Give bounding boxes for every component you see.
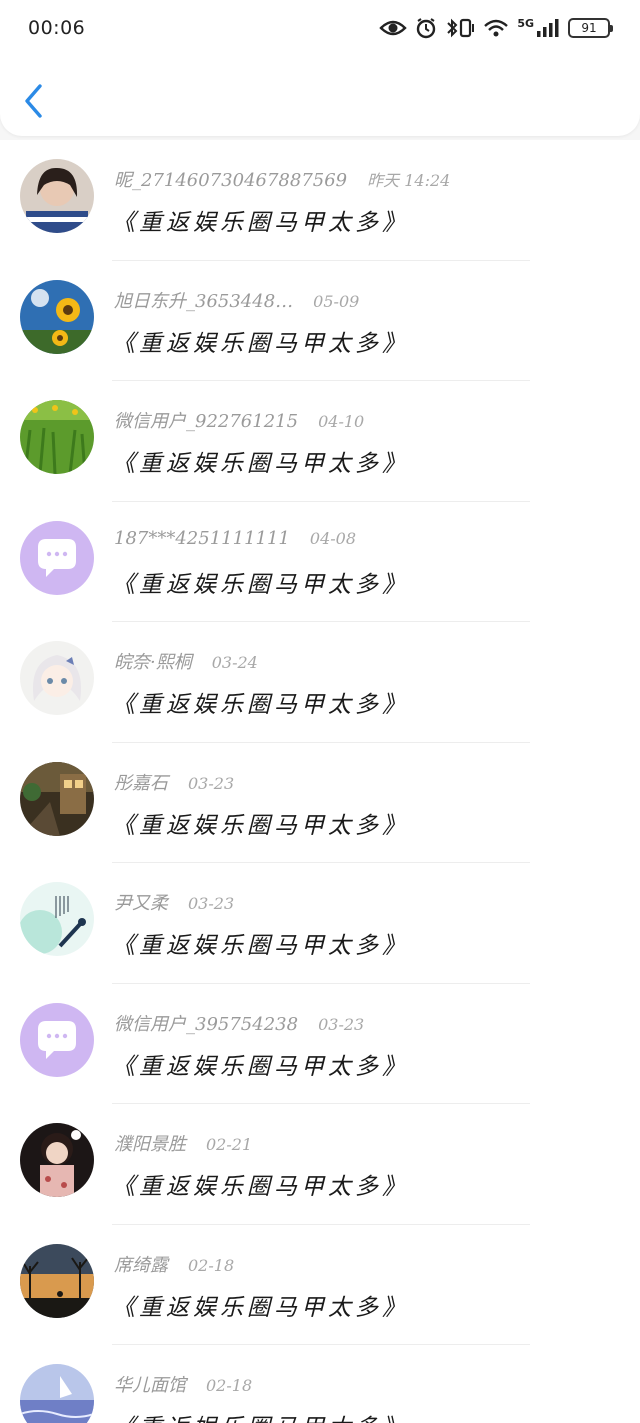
message-date: 05-09: [313, 291, 360, 311]
anime-girl-avatar[interactable]: [20, 641, 94, 715]
default-chat-avatar[interactable]: [20, 520, 94, 595]
grass-avatar[interactable]: [20, 400, 94, 474]
sender-name[interactable]: 尹又柔: [114, 893, 168, 914]
bluetooth-vibrate-icon: [447, 18, 475, 38]
battery-level: 91: [581, 21, 597, 35]
message-text[interactable]: 《重返娱乐圈马甲太多》: [112, 444, 409, 478]
top-bar: 00:06 5G 91: [0, 0, 640, 136]
battery-icon: 91: [568, 18, 613, 38]
message-item[interactable]: 皖奈·熙桐 03-24 《重返娱乐圈马甲太多》: [0, 622, 640, 743]
sender-name[interactable]: 旭日东升_3653448…: [114, 291, 293, 312]
message-item[interactable]: 微信用户_395754238 03-23 《重返娱乐圈马甲太多》: [0, 984, 640, 1104]
message-text[interactable]: 《重返娱乐圈马甲太多》: [112, 1408, 409, 1423]
sender-name[interactable]: 彤嘉石: [114, 773, 168, 794]
sender-name[interactable]: 华儿面馆: [114, 1375, 186, 1396]
sender-name[interactable]: 微信用户_395754238: [114, 1014, 298, 1035]
message-date: 03-23: [188, 894, 235, 913]
message-text[interactable]: 《重返娱乐圈马甲太多》: [112, 1047, 409, 1081]
message-text[interactable]: 《重返娱乐圈马甲太多》: [112, 926, 409, 960]
message-date: 03-23: [318, 1014, 365, 1034]
alarm-icon: [417, 18, 436, 39]
message-date: 02-21: [206, 1135, 253, 1154]
portrait-avatar[interactable]: [20, 1123, 94, 1197]
message-meta: 昵_2714607304678875​69 昨天 14:24: [114, 166, 450, 192]
message-item[interactable]: 席绮露 02-18 《重返娱乐圈马甲太多》: [0, 1225, 640, 1345]
photo-girl-avatar[interactable]: [20, 159, 94, 233]
status-bar: 00:06 5G 91: [0, 0, 640, 56]
message-meta: 濮阳景胜 02-21: [114, 1130, 252, 1156]
message-meta: 皖奈·熙桐 03-24: [114, 648, 258, 674]
status-time: 00:06: [28, 17, 86, 39]
back-button[interactable]: [20, 82, 50, 120]
message-item[interactable]: 华儿面馆 02-18 《重返娱乐圈马甲太多》: [0, 1345, 640, 1423]
sender-name[interactable]: 濮阳景胜: [114, 1134, 186, 1155]
sunflower-avatar[interactable]: [20, 279, 94, 354]
message-item[interactable]: 微信用户_922761215 04-10 《重返娱乐圈马甲太多》: [0, 381, 640, 502]
status-icons: 5G 91: [379, 14, 613, 42]
header-area: 00:06 5G 91: [0, 0, 640, 138]
message-date: 02-18: [206, 1376, 253, 1395]
message-date: 04-08: [309, 528, 357, 548]
message-item[interactable]: 尹又柔 03-23 《重返娱乐圈马甲太多》: [0, 863, 640, 984]
message-date: 03-23: [188, 773, 235, 793]
message-text[interactable]: 《重返娱乐圈马甲太多》: [112, 806, 409, 840]
message-text[interactable]: 《重返娱乐圈马甲太多》: [112, 324, 409, 358]
message-date: 昨天 14:24: [367, 171, 451, 190]
chevron-left-icon: [25, 84, 42, 118]
message-item[interactable]: 昵_2714607304678875​69 昨天 14:24 《重返娱乐圈马甲太多》: [0, 140, 640, 261]
poem-avatar[interactable]: [20, 882, 94, 956]
sender-name[interactable]: 微信用户_922761215: [114, 411, 298, 432]
default-chat-avatar[interactable]: [20, 1002, 94, 1077]
sender-name[interactable]: 昵_2714607304678875​69: [114, 170, 347, 191]
message-meta: 187***4251111111 04-08: [114, 528, 356, 549]
message-meta: 华儿面馆 02-18: [114, 1371, 252, 1397]
message-text[interactable]: 《重返娱乐圈马甲太多》: [112, 1167, 409, 1201]
message-date: 03-24: [211, 653, 258, 672]
message-meta: 微信用户_922761215 04-10: [114, 407, 364, 433]
wifi-icon: [484, 19, 509, 37]
message-item[interactable]: 彤嘉石 03-23 《重返娱乐圈马甲太多》: [0, 743, 640, 863]
sender-name[interactable]: 皖奈·熙桐: [114, 652, 192, 673]
message-meta: 彤嘉石 03-23: [114, 769, 234, 795]
signal-icon: [537, 19, 559, 37]
message-meta: 旭日东升_3653448… 05-09: [114, 287, 359, 313]
sender-name[interactable]: 席绮露: [114, 1255, 168, 1276]
message-item[interactable]: 187***4251111111 04-08 《重返娱乐圈马甲太多》: [0, 502, 640, 622]
sender-name[interactable]: 187***4251111111: [114, 528, 290, 549]
message-date: 04-10: [318, 412, 365, 431]
message-text[interactable]: 《重返娱乐圈马甲太多》: [112, 565, 409, 599]
eye-icon: [379, 20, 408, 36]
message-meta: 微信用户_395754238 03-23: [114, 1010, 364, 1036]
sea-avatar[interactable]: [20, 1364, 94, 1423]
sunset-avatar[interactable]: [20, 1243, 94, 1318]
message-date: 02-18: [188, 1255, 235, 1275]
message-item[interactable]: 旭日东升_3653448… 05-09 《重返娱乐圈马甲太多》: [0, 261, 640, 381]
message-text[interactable]: 《重返娱乐圈马甲太多》: [112, 1288, 409, 1322]
message-item[interactable]: 濮阳景胜 02-21 《重返娱乐圈马甲太多》: [0, 1104, 640, 1225]
network-label: 5G: [517, 16, 534, 30]
message-meta: 席绮露 02-18: [114, 1251, 234, 1277]
message-text[interactable]: 《重返娱乐圈马甲太多》: [112, 685, 409, 719]
street-avatar[interactable]: [20, 761, 94, 836]
message-list: 昵_2714607304678875​69 昨天 14:24 《重返娱乐圈马甲太多》…: [0, 140, 640, 1423]
message-meta: 尹又柔 03-23: [114, 889, 234, 915]
message-text[interactable]: 《重返娱乐圈马甲太多》: [112, 203, 409, 237]
